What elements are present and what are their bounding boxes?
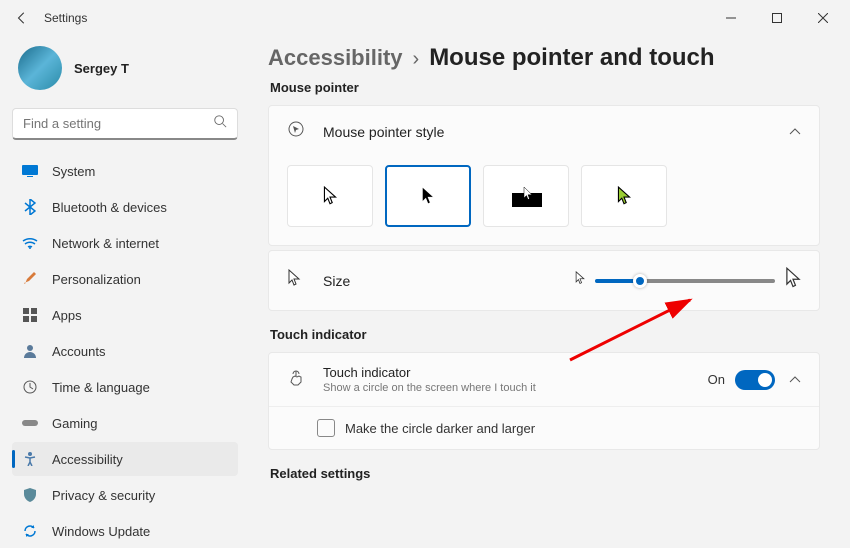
- sidebar-item-apps[interactable]: Apps: [12, 298, 238, 332]
- sidebar-item-bluetooth[interactable]: Bluetooth & devices: [12, 190, 238, 224]
- sidebar-item-personalization[interactable]: Personalization: [12, 262, 238, 296]
- touch-indicator-header[interactable]: Touch indicator Show a circle on the scr…: [269, 353, 819, 406]
- chevron-up-icon: [789, 371, 801, 389]
- main-content: Accessibility › Mouse pointer and touch …: [250, 36, 850, 525]
- display-icon: [22, 163, 38, 179]
- sidebar-item-gaming[interactable]: Gaming: [12, 406, 238, 440]
- avatar: [18, 46, 62, 90]
- sidebar: Sergey T System Bluetooth & devices Netw…: [0, 36, 250, 525]
- cursor-large-icon: [785, 267, 801, 294]
- person-icon: [22, 343, 38, 359]
- page-title: Mouse pointer and touch: [429, 44, 714, 72]
- sidebar-item-privacy[interactable]: Privacy & security: [12, 478, 238, 512]
- chevron-right-icon: ›: [413, 48, 420, 71]
- card-pointer-style: Mouse pointer style: [268, 105, 820, 246]
- sidebar-item-update[interactable]: Windows Update: [12, 514, 238, 548]
- darker-larger-checkbox[interactable]: [317, 419, 335, 437]
- section-mouse-pointer: Mouse pointer: [270, 80, 820, 95]
- close-button[interactable]: [800, 0, 846, 36]
- pointer-style-header[interactable]: Mouse pointer style: [269, 106, 819, 157]
- breadcrumb: Accessibility › Mouse pointer and touch: [268, 44, 820, 72]
- bluetooth-icon: [22, 199, 38, 215]
- minimize-button[interactable]: [708, 0, 754, 36]
- sidebar-item-accessibility[interactable]: Accessibility: [12, 442, 238, 476]
- wifi-icon: [22, 235, 38, 251]
- touch-toggle[interactable]: [735, 370, 775, 390]
- search-input[interactable]: [23, 116, 213, 131]
- window-title: Settings: [44, 11, 87, 25]
- sidebar-item-system[interactable]: System: [12, 154, 238, 188]
- sidebar-item-accounts[interactable]: Accounts: [12, 334, 238, 368]
- chevron-up-icon: [789, 123, 801, 141]
- section-related: Related settings: [270, 466, 820, 481]
- user-name: Sergey T: [74, 61, 129, 76]
- breadcrumb-parent[interactable]: Accessibility: [268, 45, 403, 71]
- cursor-style-icon: [287, 120, 307, 143]
- search-icon: [213, 114, 227, 133]
- pointer-style-inverted[interactable]: [483, 165, 569, 227]
- section-touch-indicator: Touch indicator: [270, 327, 820, 342]
- pointer-style-black[interactable]: [385, 165, 471, 227]
- slider-thumb[interactable]: [633, 274, 647, 288]
- card-touch-indicator: Touch indicator Show a circle on the scr…: [268, 352, 820, 450]
- cursor-small-icon: [575, 271, 585, 290]
- pointer-style-white[interactable]: [287, 165, 373, 227]
- gamepad-icon: [22, 415, 38, 431]
- clock-icon: [22, 379, 38, 395]
- touch-icon: [287, 368, 307, 391]
- update-icon: [22, 523, 38, 539]
- search-box[interactable]: [12, 108, 238, 140]
- cursor-icon: [287, 269, 307, 292]
- shield-icon: [22, 487, 38, 503]
- card-size: Size: [268, 250, 820, 311]
- accessibility-icon: [22, 451, 38, 467]
- maximize-button[interactable]: [754, 0, 800, 36]
- back-button[interactable]: [4, 0, 40, 36]
- apps-icon: [22, 307, 38, 323]
- brush-icon: [22, 271, 38, 287]
- pointer-style-custom[interactable]: [581, 165, 667, 227]
- sidebar-item-time[interactable]: Time & language: [12, 370, 238, 404]
- user-profile[interactable]: Sergey T: [12, 36, 238, 108]
- sidebar-item-network[interactable]: Network & internet: [12, 226, 238, 260]
- size-slider[interactable]: [595, 279, 775, 283]
